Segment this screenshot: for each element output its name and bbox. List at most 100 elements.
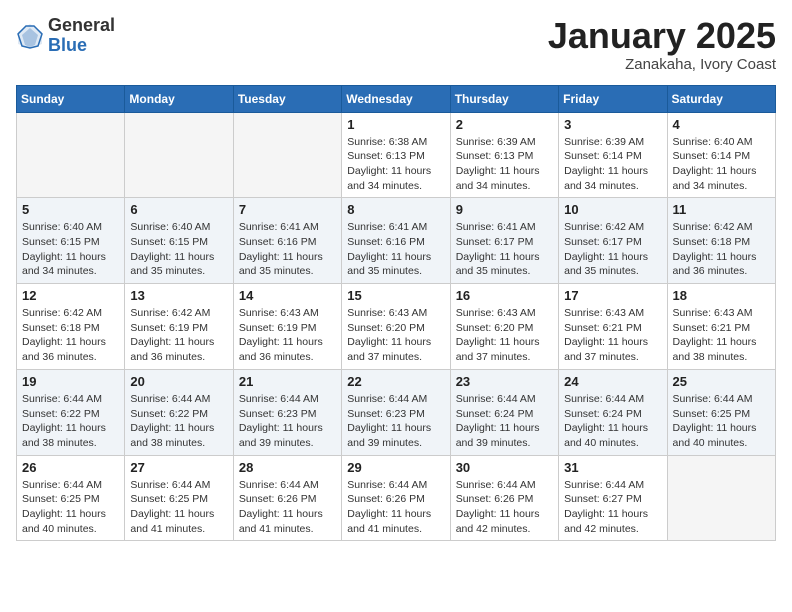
day-info: Sunrise: 6:41 AMSunset: 6:17 PMDaylight:… <box>456 220 553 279</box>
day-number: 9 <box>456 202 553 217</box>
day-number: 30 <box>456 460 553 475</box>
calendar-cell: 25 Sunrise: 6:44 AMSunset: 6:25 PMDayligh… <box>667 369 775 455</box>
day-info: Sunrise: 6:41 AMSunset: 6:16 PMDaylight:… <box>347 220 444 279</box>
day-number: 27 <box>130 460 227 475</box>
day-number: 4 <box>673 117 770 132</box>
day-number: 31 <box>564 460 661 475</box>
day-info: Sunrise: 6:41 AMSunset: 6:16 PMDaylight:… <box>239 220 336 279</box>
day-info: Sunrise: 6:44 AMSunset: 6:25 PMDaylight:… <box>22 478 119 537</box>
day-info: Sunrise: 6:44 AMSunset: 6:25 PMDaylight:… <box>673 392 770 451</box>
day-info: Sunrise: 6:43 AMSunset: 6:20 PMDaylight:… <box>347 306 444 365</box>
day-number: 3 <box>564 117 661 132</box>
calendar-week-row: 1Sunrise: 6:38 AMSunset: 6:13 PMDaylight… <box>17 112 776 198</box>
calendar-cell: 30 Sunrise: 6:44 AMSunset: 6:26 PMDayligh… <box>450 455 558 541</box>
day-number: 5 <box>22 202 119 217</box>
header-cell-sunday: Sunday <box>17 85 125 112</box>
calendar-cell: 19 Sunrise: 6:44 AMSunset: 6:22 PMDayligh… <box>17 369 125 455</box>
calendar-cell: 11Sunrise: 6:42 AMSunset: 6:18 PMDayligh… <box>667 198 775 284</box>
calendar-cell: 29Sunrise: 6:44 AMSunset: 6:26 PMDayligh… <box>342 455 450 541</box>
logo-general: General <box>48 15 115 35</box>
header-cell-monday: Monday <box>125 85 233 112</box>
calendar-cell: 27 Sunrise: 6:44 AMSunset: 6:25 PMDayligh… <box>125 455 233 541</box>
day-info: Sunrise: 6:44 AMSunset: 6:26 PMDaylight:… <box>239 478 336 537</box>
calendar-cell: 14Sunrise: 6:43 AMSunset: 6:19 PMDayligh… <box>233 284 341 370</box>
day-number: 24 <box>564 374 661 389</box>
day-info: Sunrise: 6:42 AMSunset: 6:17 PMDaylight:… <box>564 220 661 279</box>
page-header: General Blue January 2025 Zanakaha, Ivor… <box>16 16 776 73</box>
day-number: 7 <box>239 202 336 217</box>
header-cell-tuesday: Tuesday <box>233 85 341 112</box>
calendar-cell: 15Sunrise: 6:43 AMSunset: 6:20 PMDayligh… <box>342 284 450 370</box>
calendar-table: SundayMondayTuesdayWednesdayThursdayFrid… <box>16 85 776 542</box>
header-row: SundayMondayTuesdayWednesdayThursdayFrid… <box>17 85 776 112</box>
day-number: 8 <box>347 202 444 217</box>
calendar-cell: 7 Sunrise: 6:41 AMSunset: 6:16 PMDaylight… <box>233 198 341 284</box>
logo-icon <box>16 22 44 50</box>
day-number: 19 <box>22 374 119 389</box>
day-number: 2 <box>456 117 553 132</box>
day-info: Sunrise: 6:43 AMSunset: 6:21 PMDaylight:… <box>564 306 661 365</box>
logo: General Blue <box>16 16 115 56</box>
day-info: Sunrise: 6:43 AMSunset: 6:21 PMDaylight:… <box>673 306 770 365</box>
day-info: Sunrise: 6:42 AMSunset: 6:19 PMDaylight:… <box>130 306 227 365</box>
calendar-cell: 3Sunrise: 6:39 AMSunset: 6:14 PMDaylight… <box>559 112 667 198</box>
calendar-cell: 13 Sunrise: 6:42 AMSunset: 6:19 PMDayligh… <box>125 284 233 370</box>
day-info: Sunrise: 6:44 AMSunset: 6:24 PMDaylight:… <box>564 392 661 451</box>
calendar-week-row: 26Sunrise: 6:44 AMSunset: 6:25 PMDayligh… <box>17 455 776 541</box>
calendar-cell: 24 Sunrise: 6:44 AMSunset: 6:24 PMDayligh… <box>559 369 667 455</box>
calendar-cell: 17 Sunrise: 6:43 AMSunset: 6:21 PMDayligh… <box>559 284 667 370</box>
calendar-cell: 26Sunrise: 6:44 AMSunset: 6:25 PMDayligh… <box>17 455 125 541</box>
calendar-cell <box>233 112 341 198</box>
day-number: 6 <box>130 202 227 217</box>
calendar-cell: 16 Sunrise: 6:43 AMSunset: 6:20 PMDayligh… <box>450 284 558 370</box>
calendar-cell: 21Sunrise: 6:44 AMSunset: 6:23 PMDayligh… <box>233 369 341 455</box>
calendar-cell: 4Sunrise: 6:40 AMSunset: 6:14 PMDaylight… <box>667 112 775 198</box>
calendar-cell: 1Sunrise: 6:38 AMSunset: 6:13 PMDaylight… <box>342 112 450 198</box>
day-number: 21 <box>239 374 336 389</box>
header-cell-saturday: Saturday <box>667 85 775 112</box>
day-info: Sunrise: 6:44 AMSunset: 6:22 PMDaylight:… <box>130 392 227 451</box>
day-number: 14 <box>239 288 336 303</box>
calendar-cell: 12Sunrise: 6:42 AMSunset: 6:18 PMDayligh… <box>17 284 125 370</box>
day-number: 16 <box>456 288 553 303</box>
day-number: 23 <box>456 374 553 389</box>
day-info: Sunrise: 6:44 AMSunset: 6:22 PMDaylight:… <box>22 392 119 451</box>
calendar-cell: 31Sunrise: 6:44 AMSunset: 6:27 PMDayligh… <box>559 455 667 541</box>
day-number: 11 <box>673 202 770 217</box>
day-info: Sunrise: 6:44 AMSunset: 6:26 PMDaylight:… <box>347 478 444 537</box>
day-number: 18 <box>673 288 770 303</box>
calendar-cell <box>17 112 125 198</box>
header-cell-wednesday: Wednesday <box>342 85 450 112</box>
day-number: 20 <box>130 374 227 389</box>
day-number: 13 <box>130 288 227 303</box>
calendar-week-row: 12Sunrise: 6:42 AMSunset: 6:18 PMDayligh… <box>17 284 776 370</box>
calendar-cell: 2Sunrise: 6:39 AMSunset: 6:13 PMDaylight… <box>450 112 558 198</box>
calendar-cell: 6Sunrise: 6:40 AMSunset: 6:15 PMDaylight… <box>125 198 233 284</box>
logo-blue: Blue <box>48 35 87 55</box>
calendar-week-row: 5 Sunrise: 6:40 AMSunset: 6:15 PMDaylight… <box>17 198 776 284</box>
calendar-cell: 5 Sunrise: 6:40 AMSunset: 6:15 PMDaylight… <box>17 198 125 284</box>
day-info: Sunrise: 6:44 AMSunset: 6:25 PMDaylight:… <box>130 478 227 537</box>
calendar-header: SundayMondayTuesdayWednesdayThursdayFrid… <box>17 85 776 112</box>
calendar-cell <box>125 112 233 198</box>
day-info: Sunrise: 6:42 AMSunset: 6:18 PMDaylight:… <box>22 306 119 365</box>
calendar-cell: 20 Sunrise: 6:44 AMSunset: 6:22 PMDayligh… <box>125 369 233 455</box>
day-number: 25 <box>673 374 770 389</box>
location: Zanakaha, Ivory Coast <box>548 56 776 73</box>
day-number: 17 <box>564 288 661 303</box>
calendar-cell <box>667 455 775 541</box>
calendar-cell: 9 Sunrise: 6:41 AMSunset: 6:17 PMDaylight… <box>450 198 558 284</box>
calendar-cell: 18 Sunrise: 6:43 AMSunset: 6:21 PMDayligh… <box>667 284 775 370</box>
day-info: Sunrise: 6:43 AMSunset: 6:20 PMDaylight:… <box>456 306 553 365</box>
calendar-cell: 10 Sunrise: 6:42 AMSunset: 6:17 PMDayligh… <box>559 198 667 284</box>
logo-text: General Blue <box>48 16 115 56</box>
header-cell-thursday: Thursday <box>450 85 558 112</box>
day-info: Sunrise: 6:44 AMSunset: 6:26 PMDaylight:… <box>456 478 553 537</box>
header-cell-friday: Friday <box>559 85 667 112</box>
day-info: Sunrise: 6:40 AMSunset: 6:15 PMDaylight:… <box>22 220 119 279</box>
day-number: 10 <box>564 202 661 217</box>
calendar-cell: 28Sunrise: 6:44 AMSunset: 6:26 PMDayligh… <box>233 455 341 541</box>
calendar-week-row: 19 Sunrise: 6:44 AMSunset: 6:22 PMDayligh… <box>17 369 776 455</box>
day-number: 1 <box>347 117 444 132</box>
month-title: January 2025 <box>548 16 776 56</box>
